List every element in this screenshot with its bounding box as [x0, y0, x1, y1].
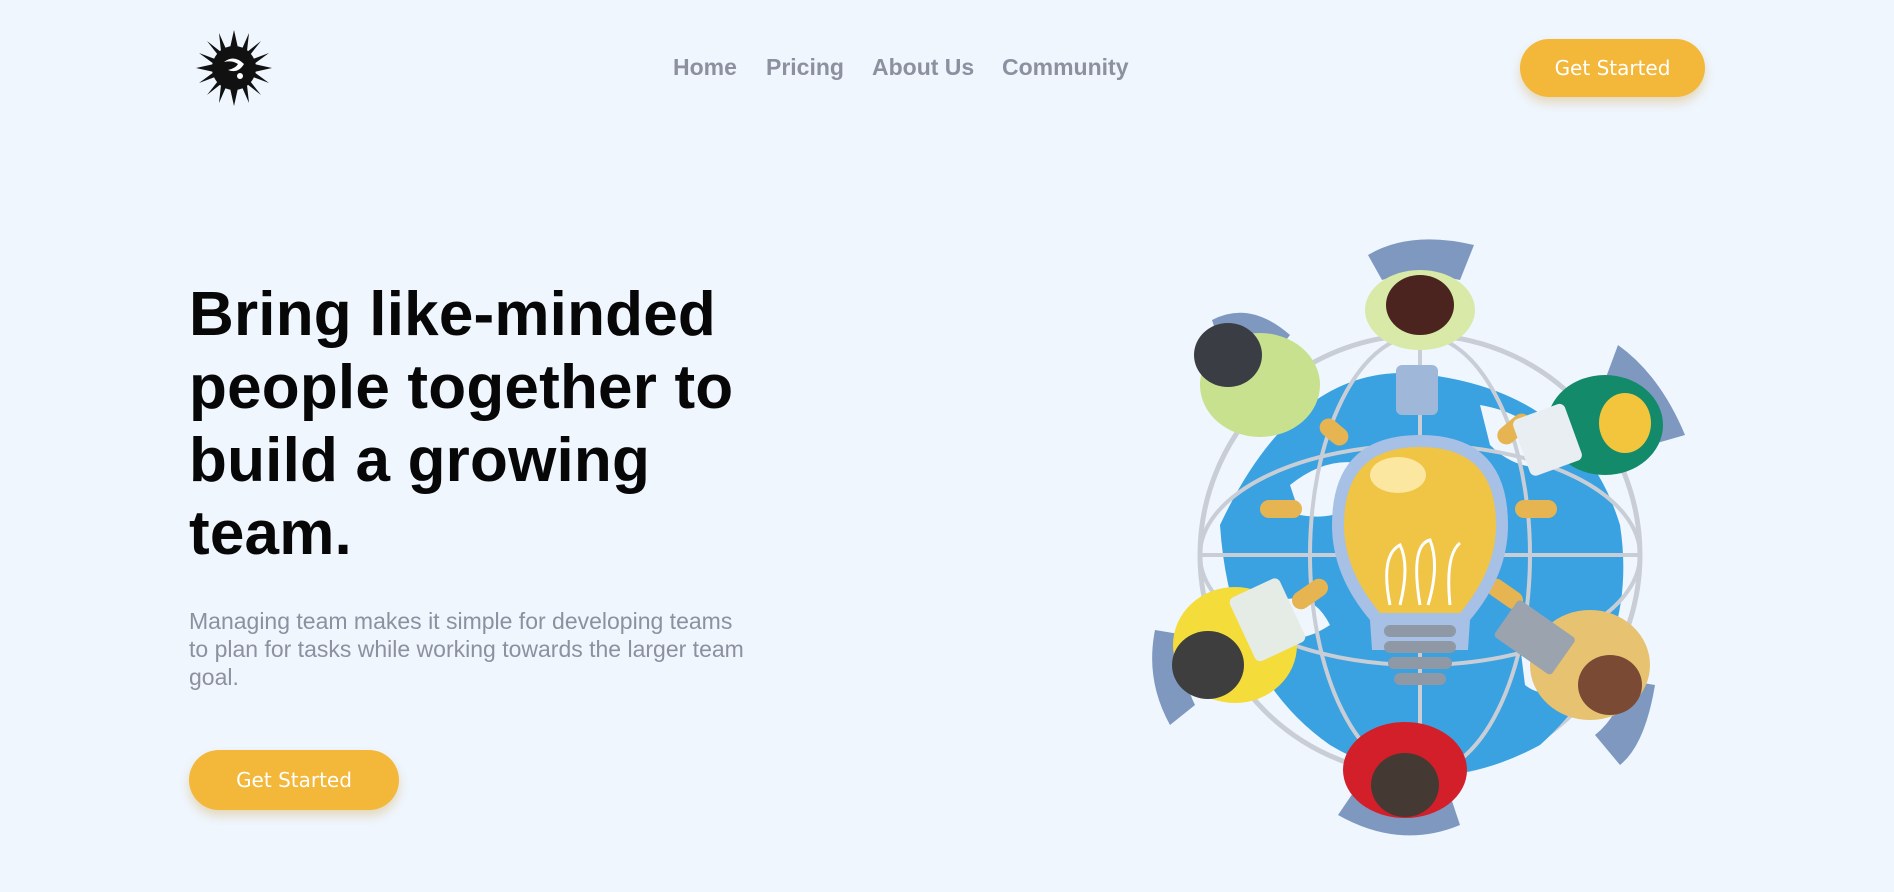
- person-top-left-icon: [1194, 323, 1320, 437]
- hero-description: Managing team makes it simple for develo…: [189, 608, 744, 690]
- nav-link-home[interactable]: Home: [673, 50, 737, 84]
- hero-get-started-button[interactable]: Get Started: [189, 750, 399, 810]
- person-bottom-icon: [1343, 722, 1467, 818]
- nav-link-pricing[interactable]: Pricing: [766, 50, 844, 84]
- nav-link-community[interactable]: Community: [1002, 50, 1129, 84]
- team-illustration-icon: [1152, 239, 1685, 836]
- person-right-icon: [1513, 375, 1663, 476]
- header-get-started-button[interactable]: Get Started: [1520, 39, 1705, 97]
- nav-link-about-us[interactable]: About Us: [872, 50, 974, 84]
- hero-title: Bring like-minded people together to bui…: [189, 280, 734, 568]
